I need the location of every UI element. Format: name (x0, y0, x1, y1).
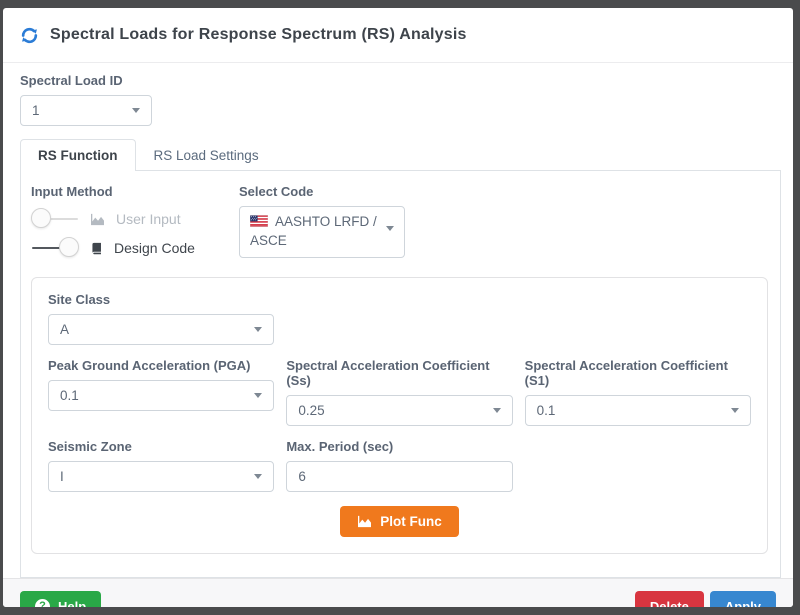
apply-button[interactable]: Apply (709, 591, 776, 607)
s1-group: Spectral Acceleration Coefficient (S1) 0… (524, 358, 751, 426)
design-code-select[interactable]: AASHTO LRFD / ASCE (239, 206, 405, 259)
design-code-toggle[interactable] (31, 237, 79, 258)
footer-actions: Delete Apply (634, 591, 776, 607)
max-period-input[interactable] (286, 461, 513, 492)
user-input-option: User Input (31, 206, 239, 232)
pga-value: 0.1 (60, 388, 79, 403)
toggle-knob (59, 237, 79, 257)
help-label: Help (58, 599, 87, 607)
s1-select[interactable]: 0.1 (524, 395, 751, 426)
select-code-label: Select Code (239, 184, 314, 199)
seismic-zone-group: Seismic Zone I (48, 439, 275, 492)
tab-rs-load-settings[interactable]: RS Load Settings (136, 139, 277, 171)
ss-group: Spectral Acceleration Coefficient (Ss) 0… (286, 358, 513, 426)
toggle-knob (31, 208, 51, 228)
spectral-load-id-label: Spectral Load ID (20, 73, 123, 88)
rs-function-pane: Input Method User Input Design Code Sele… (20, 170, 781, 578)
chevron-down-icon (254, 393, 263, 398)
site-class-group: Site Class A (48, 292, 275, 345)
chevron-down-icon (492, 408, 501, 413)
help-button[interactable]: ? Help (20, 591, 102, 607)
app-background: Spectral Loads for Response Spectrum (RS… (0, 0, 800, 615)
question-circle-icon: ? (35, 599, 50, 607)
site-class-label: Site Class (48, 292, 111, 307)
us-flag-icon (249, 214, 269, 232)
user-input-label: User Input (116, 211, 181, 227)
site-class-select[interactable]: A (48, 314, 275, 345)
tab-rs-function[interactable]: RS Function (20, 139, 136, 171)
chevron-down-icon (386, 226, 394, 231)
select-code-group: Select Code AASHTO LRFD / ASCE (239, 184, 405, 259)
site-class-value: A (60, 322, 70, 337)
design-code-value: AASHTO LRFD / ASCE (250, 214, 377, 249)
seismic-zone-select[interactable]: I (48, 461, 275, 492)
max-period-label: Max. Period (sec) (286, 439, 394, 454)
ss-select[interactable]: 0.25 (286, 395, 513, 426)
s1-label: Spectral Acceleration Coefficient (S1) (524, 358, 728, 388)
chevron-down-icon (254, 327, 263, 332)
input-method-group: Input Method User Input Design Code (31, 184, 239, 261)
delete-button[interactable]: Delete (634, 591, 704, 607)
user-input-toggle[interactable] (31, 208, 79, 229)
pga-group: Peak Ground Acceleration (PGA) 0.1 (48, 358, 275, 426)
dialog-body: Spectral Load ID 1 RS Function RS Load S… (3, 63, 793, 578)
plot-func-label: Plot Func (380, 514, 442, 529)
plot-func-button[interactable]: Plot Func (340, 506, 459, 537)
book-icon (90, 242, 103, 255)
area-chart-icon (90, 213, 105, 226)
s1-value: 0.1 (536, 403, 556, 418)
spectral-loads-dialog: Spectral Loads for Response Spectrum (RS… (3, 8, 793, 607)
spectral-load-id-select[interactable]: 1 (20, 95, 152, 126)
spectral-load-id-value: 1 (32, 103, 40, 118)
pga-label: Peak Ground Acceleration (PGA) (48, 358, 251, 373)
code-parameters-card: Site Class A Peak Ground Acceleration (P… (31, 277, 768, 554)
ss-value: 0.25 (298, 403, 325, 418)
pga-select[interactable]: 0.1 (48, 380, 275, 411)
dialog-footer: ? Help Delete Apply (3, 578, 793, 607)
design-code-label: Design Code (114, 240, 195, 256)
area-chart-icon (357, 515, 372, 528)
input-method-label: Input Method (31, 184, 113, 199)
chevron-down-icon (132, 108, 140, 113)
tab-bar: RS Function RS Load Settings (20, 139, 781, 171)
max-period-group: Max. Period (sec) (286, 439, 513, 492)
dialog-title: Spectral Loads for Response Spectrum (RS… (50, 26, 467, 43)
ss-label: Spectral Acceleration Coefficient (Ss) (286, 358, 490, 388)
seismic-zone-value: I (60, 469, 64, 484)
chevron-down-icon (254, 474, 263, 479)
sync-icon (20, 26, 39, 45)
design-code-option: Design Code (31, 235, 239, 261)
dialog-header: Spectral Loads for Response Spectrum (RS… (3, 8, 793, 63)
seismic-zone-label: Seismic Zone (48, 439, 132, 454)
chevron-down-icon (730, 408, 739, 413)
